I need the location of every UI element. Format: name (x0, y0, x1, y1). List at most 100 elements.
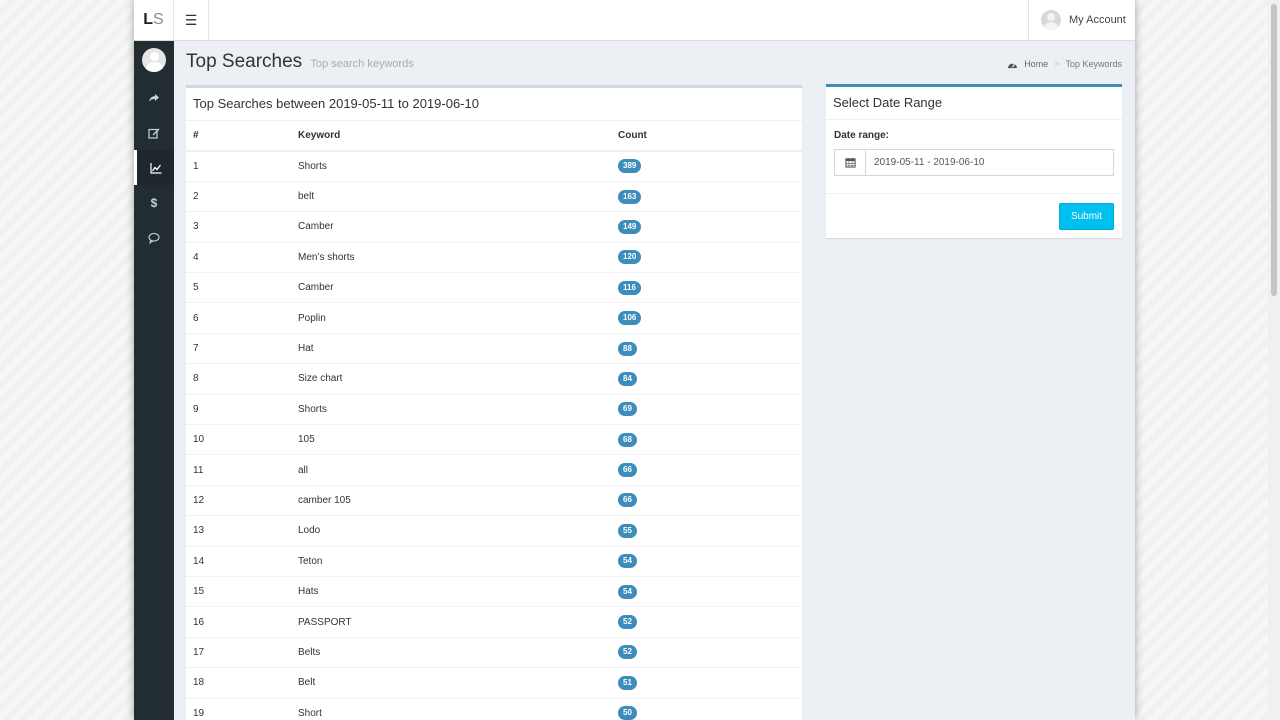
hamburger-icon: ☰ (184, 11, 198, 28)
date-box-footer-divider (826, 193, 1122, 194)
count-badge: 69 (618, 402, 637, 417)
edit-icon (148, 128, 160, 139)
row-number: 7 (186, 332, 291, 364)
date-range-label: Date range: (834, 130, 890, 141)
row-keyword: Camber (291, 211, 611, 243)
sidebar-item-dollar[interactable]: $ (134, 185, 174, 220)
count-badge: 120 (618, 250, 642, 265)
row-keyword: Shorts (291, 150, 611, 182)
top-header: LS ☰ My Account (134, 0, 1135, 41)
count-badge: 54 (618, 554, 637, 569)
row-count-cell: 69 (611, 393, 802, 425)
row-number: 12 (186, 484, 291, 516)
page-title: Top Searches Top search keywords (186, 51, 414, 73)
calendar-addon (835, 150, 866, 175)
row-keyword: Hats (291, 575, 611, 607)
row-keyword: Size chart (291, 363, 611, 395)
count-badge: 54 (618, 584, 637, 599)
date-range-box: Select Date Range Date range: Submit (826, 84, 1122, 238)
row-number: 15 (186, 575, 291, 607)
my-account-label: My Account (1069, 14, 1126, 26)
table-row: 19 Short 50 (186, 697, 802, 720)
page-title-text: Top Searches (186, 51, 303, 72)
row-keyword: Belts (291, 636, 611, 668)
row-number: 2 (186, 180, 291, 212)
row-count-cell: 84 (611, 363, 802, 395)
row-keyword: Camber (291, 272, 611, 303)
table-row: 13 Lodo 55 (186, 515, 802, 547)
sidebar-item-edit[interactable] (134, 115, 174, 150)
count-badge: 68 (618, 432, 637, 447)
count-badge: 52 (618, 615, 637, 630)
breadcrumb-separator: > (1054, 59, 1060, 69)
table-row: 10 105 68 (186, 424, 802, 455)
row-count-cell: 52 (611, 636, 802, 668)
sidebar-user-avatar (142, 48, 166, 72)
breadcrumb: Home > Top Keywords (1007, 59, 1122, 69)
user-avatar-icon (1041, 10, 1061, 30)
table-row: 3 Camber 149 (186, 211, 802, 243)
logo[interactable]: LS (134, 0, 174, 40)
top-searches-table: # Keyword Count 1 Shorts 389 2 belt 163 3 Cambe… (186, 121, 802, 720)
date-range-box-title: Select Date Range (826, 87, 1122, 120)
logo-letter-s: S (153, 11, 164, 28)
row-keyword: 105 (291, 424, 611, 455)
row-number: 5 (186, 272, 291, 303)
my-account-menu[interactable]: My Account (1028, 0, 1135, 40)
count-badge: 50 (618, 706, 637, 720)
count-badge: 66 (618, 463, 637, 478)
table-header-row: # Keyword Count (186, 121, 802, 152)
sidebar: $ (134, 41, 174, 720)
count-badge: 389 (618, 159, 642, 174)
sidebar-item-top-searches[interactable] (134, 150, 174, 185)
count-badge: 88 (618, 341, 637, 356)
row-keyword: camber 105 (291, 484, 611, 516)
dashboard-icon (1008, 62, 1018, 68)
line-chart-icon (149, 162, 161, 174)
submit-button[interactable]: Submit (1059, 203, 1114, 230)
table-row: 18 Belt 51 (186, 667, 802, 699)
share-arrow-icon (149, 93, 159, 102)
row-number: 9 (186, 393, 291, 425)
table-row: 9 Shorts 69 (186, 393, 802, 425)
calendar-icon (844, 157, 856, 168)
row-count-cell: 54 (611, 575, 802, 607)
sidebar-item-share[interactable] (134, 80, 174, 115)
row-number: 11 (186, 454, 291, 486)
date-range-input[interactable] (866, 150, 1113, 175)
row-count-cell: 66 (611, 454, 802, 486)
row-keyword: Shorts (291, 393, 611, 425)
count-badge: 51 (618, 675, 637, 690)
row-number: 14 (186, 545, 291, 577)
row-count-cell: 163 (611, 180, 802, 212)
row-number: 10 (186, 424, 291, 455)
breadcrumb-home-link[interactable]: Home (1024, 59, 1048, 69)
row-keyword: Hat (291, 332, 611, 364)
row-keyword: PASSPORT (291, 606, 611, 638)
row-keyword: Lodo (291, 515, 611, 547)
top-searches-box-title: Top Searches between 2019-05-11 to 2019-… (186, 88, 802, 121)
row-number: 6 (186, 302, 291, 334)
row-count-cell: 88 (611, 332, 802, 364)
column-header-number: # (186, 121, 291, 152)
row-keyword: belt (291, 180, 611, 212)
table-row: 5 Camber 116 (186, 272, 802, 303)
row-number: 16 (186, 606, 291, 638)
row-number: 3 (186, 211, 291, 243)
row-count-cell: 389 (611, 150, 802, 182)
row-number: 4 (186, 241, 291, 273)
count-badge: 66 (618, 493, 637, 508)
scrollbar-thumb[interactable] (1271, 4, 1277, 296)
row-count-cell: 51 (611, 667, 802, 699)
column-header-keyword: Keyword (291, 121, 611, 152)
page-scrollbar[interactable] (1268, 0, 1280, 720)
sidebar-item-comments[interactable] (134, 220, 174, 255)
row-number: 19 (186, 697, 291, 720)
count-badge: 84 (618, 371, 637, 386)
table-row: 6 Poplin 106 (186, 302, 802, 334)
top-searches-box: Top Searches between 2019-05-11 to 2019-… (186, 85, 802, 720)
row-count-cell: 106 (611, 302, 802, 334)
row-number: 18 (186, 667, 291, 699)
sidebar-toggle-button[interactable]: ☰ (174, 0, 209, 40)
table-row: 14 Teton 54 (186, 545, 802, 577)
